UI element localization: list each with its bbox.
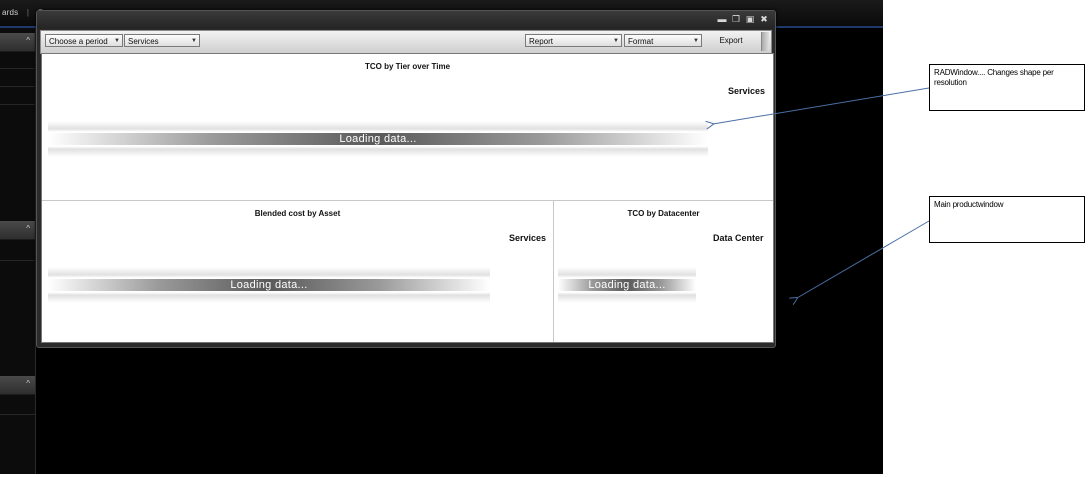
annotation-arrows bbox=[0, 87, 930, 477]
arrow-to-radwindow bbox=[713, 87, 930, 124]
arrow-to-main-window bbox=[797, 220, 930, 298]
